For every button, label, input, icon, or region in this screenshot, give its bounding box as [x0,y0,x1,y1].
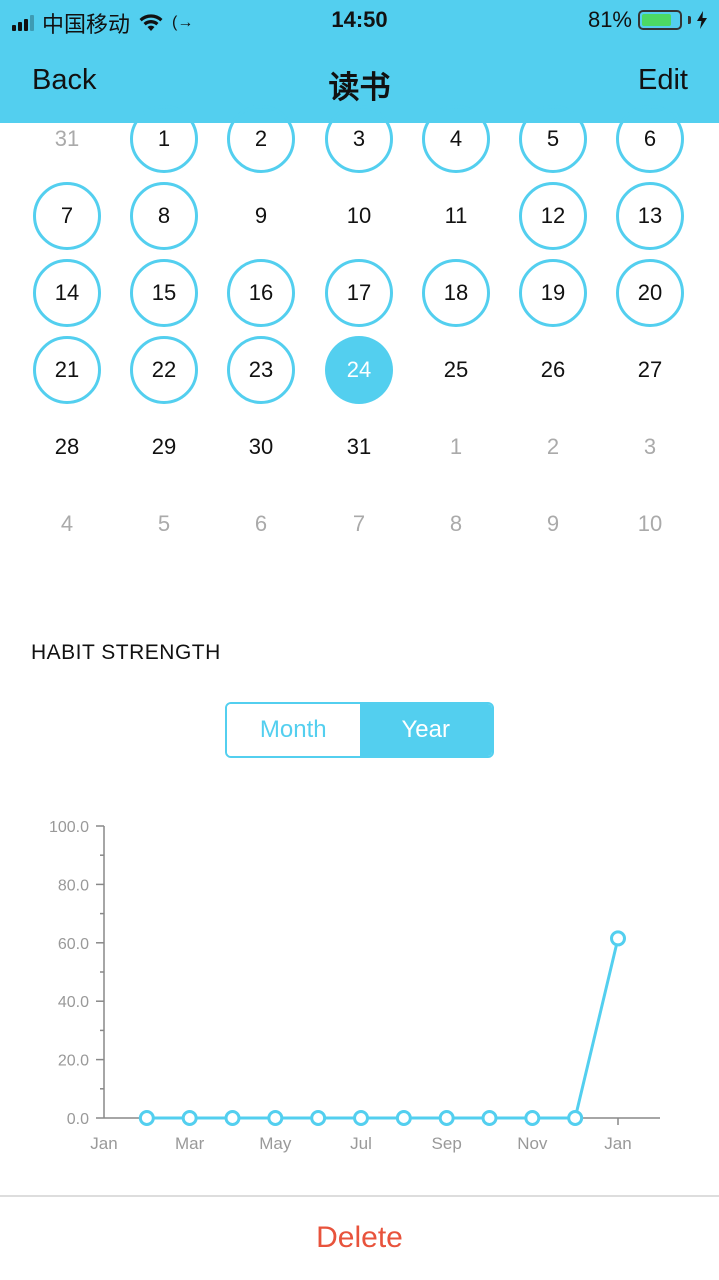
habit-strength-title: HABIT STRENGTH [31,641,221,664]
y-tick-label: 80.0 [58,877,89,894]
battery-percent: 81% [587,7,632,32]
data-point [395,1110,412,1126]
calendar-day[interactable]: 16 [227,259,295,327]
x-tick-label: May [259,1134,292,1153]
calendar-day[interactable]: 31 [33,105,101,173]
calendar-day[interactable]: 7 [33,182,101,250]
data-point [138,1110,155,1126]
calendar-day[interactable]: 3 [616,413,684,481]
calendar-day[interactable]: 1 [422,413,490,481]
calendar-day[interactable]: 12 [519,182,587,250]
calendar-day[interactable]: 9 [519,490,587,558]
calendar-day[interactable]: 25 [422,336,490,404]
segment-year[interactable]: Year [359,704,492,756]
calendar-day[interactable]: 10 [616,490,684,558]
data-point [524,1110,541,1126]
battery-icon [638,10,682,30]
x-tick-label: Nov [517,1134,548,1153]
calendar-day[interactable]: 3 [325,105,393,173]
y-tick-label: 20.0 [58,1053,89,1070]
y-tick-label: 40.0 [58,994,89,1011]
habit-strength-chart: 0.0 20.0 40.0 60.0 80.0 100.0 Jan Mar May Jul Sep N… [49,819,660,1153]
bottom-bar: Delete [0,1195,719,1280]
x-tick-label: Jan [604,1134,631,1153]
calendar-day[interactable]: 22 [130,336,198,404]
segment-month[interactable]: Month [227,704,360,756]
calendar-day[interactable]: 27 [616,336,684,404]
navigation-bar: Back 读书 Edit [0,60,719,105]
calendar-day[interactable]: 28 [33,413,101,481]
calendar-day-today[interactable]: 24 [325,336,393,404]
calendar-day[interactable]: 8 [422,490,490,558]
calendar-day[interactable]: 21 [33,336,101,404]
calendar-day[interactable]: 14 [33,259,101,327]
calendar-day[interactable]: 6 [616,105,684,173]
calendar-day[interactable]: 11 [422,182,490,250]
x-tick-label: Jan [90,1134,117,1153]
x-tick-label: Jul [350,1134,372,1153]
x-tick-label: Sep [432,1134,462,1153]
y-tick-label: 0.0 [67,1111,89,1128]
calendar-day[interactable]: 6 [227,490,295,558]
delete-button[interactable]: Delete [0,1221,719,1255]
calendar-day[interactable]: 23 [227,336,295,404]
calendar-day[interactable]: 1 [130,105,198,173]
data-point [567,1110,584,1126]
data-point [310,1110,327,1126]
series-line [146,938,620,1120]
calendar-day[interactable]: 4 [33,490,101,558]
data-point [224,1110,241,1126]
calendar-day[interactable]: 8 [130,182,198,250]
data-point [353,1110,369,1126]
page-title: 读书 [328,70,391,105]
data-point [481,1110,498,1126]
data-point [438,1110,455,1126]
calendar-day[interactable]: 17 [325,259,393,327]
calendar-day[interactable]: 26 [519,336,587,404]
calendar-day[interactable]: 20 [616,259,684,327]
y-tick-label: 100.0 [49,819,89,836]
calendar-day[interactable]: 18 [422,259,490,327]
calendar-day[interactable]: 31 [325,413,393,481]
calendar-day[interactable]: 19 [519,259,587,327]
data-point [267,1110,284,1126]
edit-button[interactable]: Edit [638,64,688,97]
calendar-day[interactable]: 15 [130,259,198,327]
y-tick-label: 60.0 [58,936,89,953]
calendar-day[interactable]: 13 [616,182,684,250]
calendar-day[interactable]: 29 [130,413,198,481]
battery-nub [688,16,691,24]
calendar-day[interactable]: 30 [227,413,295,481]
charging-bolt-icon [697,11,707,29]
data-point [181,1110,198,1126]
calendar-day[interactable]: 2 [519,413,587,481]
calendar-day[interactable]: 5 [519,105,587,173]
calendar-day[interactable]: 10 [325,182,393,250]
calendar-day[interactable]: 2 [227,105,295,173]
calendar-day[interactable]: 7 [325,490,393,558]
period-segmented-control: Month Year [225,702,494,758]
data-point [610,930,626,947]
x-tick-label: Mar [175,1134,205,1153]
status-bar: 中国移动 (→ 14:50 81% [0,0,719,40]
calendar-day[interactable]: 4 [422,105,490,173]
calendar-day[interactable]: 5 [130,490,198,558]
calendar-day[interactable]: 9 [227,182,295,250]
